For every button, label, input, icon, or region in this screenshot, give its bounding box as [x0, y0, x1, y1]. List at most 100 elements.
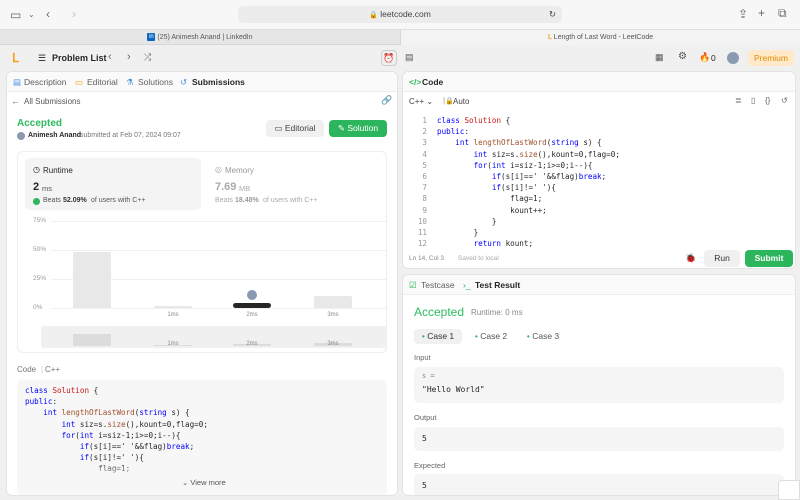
- debug-icon[interactable]: 🐞: [685, 253, 696, 264]
- braces-icon[interactable]: {}: [765, 96, 770, 105]
- reload-icon[interactable]: ↻: [549, 6, 556, 23]
- line-number: 12: [417, 239, 427, 249]
- expected-label: Expected: [414, 461, 446, 470]
- run-button[interactable]: Run: [704, 250, 740, 267]
- saved-status: Saved to local: [458, 255, 499, 262]
- forward-icon[interactable]: ›: [72, 8, 76, 20]
- chart-bar[interactable]: [73, 252, 111, 308]
- editor-code-line: }: [437, 228, 479, 238]
- submitted-code-line: int lengthOfLastWord(string s) {: [43, 408, 190, 418]
- layout-icon[interactable]: ▦: [655, 52, 664, 63]
- x-tick-label: 3ms: [327, 312, 339, 318]
- fire-icon[interactable]: 🔥: [699, 52, 710, 63]
- case-2-tab[interactable]: • Case 2: [471, 329, 511, 344]
- chart-bar[interactable]: [233, 303, 271, 308]
- editor-code-line: if(s[i]==' '&&flag)break;: [491, 172, 607, 182]
- your-submission-avatar: [246, 289, 258, 302]
- case-label: Case 1: [427, 331, 455, 341]
- new-tab-icon[interactable]: +: [758, 7, 765, 19]
- editor-code-line: return kount;: [473, 239, 534, 249]
- url-text: leetcode.com: [380, 9, 431, 19]
- chevron-down-icon[interactable]: ⌄: [28, 9, 35, 21]
- editor-title: Code: [422, 77, 444, 87]
- x-tick-label: 2ms: [246, 312, 258, 318]
- submit-button[interactable]: Submit: [745, 250, 793, 267]
- lock-icon: 🔒: [369, 12, 378, 19]
- editor-code-line: flag=1;: [437, 194, 543, 204]
- editor-header: </> Code: [403, 72, 795, 92]
- line-number: 3: [422, 138, 427, 148]
- editor-code-line: int lengthOfLastWord(string s) {: [455, 138, 602, 148]
- grid-line: [51, 308, 387, 309]
- editor-code-line: kount++;: [437, 205, 547, 215]
- sidebar-toggle-icon[interactable]: ▭: [10, 9, 21, 21]
- input-var: s =: [422, 372, 435, 380]
- tab-label: (25) Animesh Anand | LinkedIn: [157, 34, 253, 41]
- submitted-code-line: if(s[i]==' '&&flag)break;: [79, 442, 195, 452]
- line-number: 4: [422, 149, 427, 159]
- tab-test-result[interactable]: Test Result: [475, 280, 520, 290]
- output-box: 5: [414, 427, 784, 451]
- output-label: Output: [414, 413, 437, 422]
- address-bar[interactable]: 🔒 leetcode.com ↻: [238, 6, 562, 23]
- problem-list-link[interactable]: Problem List: [52, 53, 107, 63]
- tab-overview-icon[interactable]: ⧉: [778, 7, 787, 19]
- back-icon[interactable]: ‹: [46, 8, 50, 20]
- list-icon: ☰: [38, 53, 47, 63]
- avatar[interactable]: [727, 52, 739, 64]
- chart-bar[interactable]: [314, 296, 352, 308]
- browser-toolbar: ▭ ⌄ ‹ › 🔒 leetcode.com ↻ ⇪ + ⧉: [0, 0, 800, 30]
- line-numbers: 1 2 3 4 5 6 7 8 9 10 11 12: [407, 115, 427, 249]
- expected-box: 5: [414, 474, 784, 495]
- prev-problem-icon[interactable]: ‹: [108, 51, 112, 63]
- case-1-tab[interactable]: • Case 1: [414, 329, 462, 344]
- separator: |: [41, 365, 44, 374]
- submitted-code-line: class Solution {: [25, 386, 99, 395]
- x-tick-label: 1ms: [167, 312, 179, 318]
- line-number: 6: [422, 172, 427, 182]
- result-status: Accepted: [414, 305, 465, 319]
- settings-icon[interactable]: ⚙: [678, 51, 687, 62]
- timer-icon[interactable]: ⏰: [381, 50, 397, 66]
- format-icon[interactable]: ≣: [735, 96, 742, 105]
- bookmark-icon[interactable]: ▯: [751, 96, 755, 105]
- share-icon[interactable]: ⇪: [738, 8, 748, 20]
- mini-bar: [73, 334, 111, 346]
- leetcode-logo-icon[interactable]: ᒪ: [12, 51, 19, 65]
- line-number: 2: [422, 127, 427, 137]
- language-select[interactable]: C++ ⌄: [409, 97, 433, 106]
- tab-label: Length of Last Word - LeetCode: [553, 34, 654, 41]
- submitted-code-line: public:: [25, 397, 58, 407]
- auto-mode[interactable]: Auto: [453, 97, 469, 106]
- tab-testcase[interactable]: Testcase: [421, 280, 455, 290]
- test-result-panel: ☑ Testcase ›_ Test Result Accepted Runti…: [402, 274, 796, 496]
- reset-icon[interactable]: ↺: [781, 96, 788, 105]
- runtime-distribution-chart: 75% 50% 25% 0% 1ms 2ms 3ms 1ms 2ms 3ms: [7, 72, 397, 362]
- line-number: 8: [422, 194, 427, 204]
- code-editor-panel: </> Code C++ ⌄ | 🔒 Auto ≣ ▯ {} ↺ 1234567…: [402, 71, 796, 269]
- editor-code[interactable]: class Solution {public: int lengthOfLast…: [437, 115, 620, 249]
- corner-widget[interactable]: [778, 480, 800, 500]
- case-label: Case 3: [532, 331, 560, 341]
- tab-leetcode[interactable]: ᒪ Length of Last Word - LeetCode: [400, 30, 800, 45]
- linkedin-icon: in: [147, 33, 156, 42]
- case-label: Case 2: [480, 331, 508, 341]
- view-more-button[interactable]: ⌄ View more: [182, 478, 226, 487]
- case-3-tab[interactable]: • Case 3: [523, 329, 563, 344]
- input-value: "Hello World": [422, 385, 485, 394]
- result-tabs: ☑ Testcase ›_ Test Result: [403, 275, 795, 295]
- input-box: s = "Hello World": [414, 367, 784, 403]
- line-number: 11: [417, 228, 427, 238]
- editor-code-line: public:: [437, 127, 470, 137]
- note-icon[interactable]: ▤: [405, 52, 414, 63]
- premium-button[interactable]: Premium: [748, 50, 794, 66]
- next-problem-icon[interactable]: ›: [127, 51, 131, 63]
- expected-value: 5: [422, 481, 427, 490]
- submitted-code-line: int siz=s.size(),kount=0,flag=0;: [61, 419, 208, 429]
- line-number: 7: [422, 183, 427, 193]
- chart-bar[interactable]: [154, 305, 192, 308]
- shuffle-icon[interactable]: ⤮: [144, 52, 151, 63]
- terminal-icon: ›_: [463, 280, 471, 290]
- editor-code-line: int siz=s.size(),kount=0,flag=0;: [473, 149, 620, 159]
- tab-linkedin[interactable]: in (25) Animesh Anand | LinkedIn: [0, 30, 400, 45]
